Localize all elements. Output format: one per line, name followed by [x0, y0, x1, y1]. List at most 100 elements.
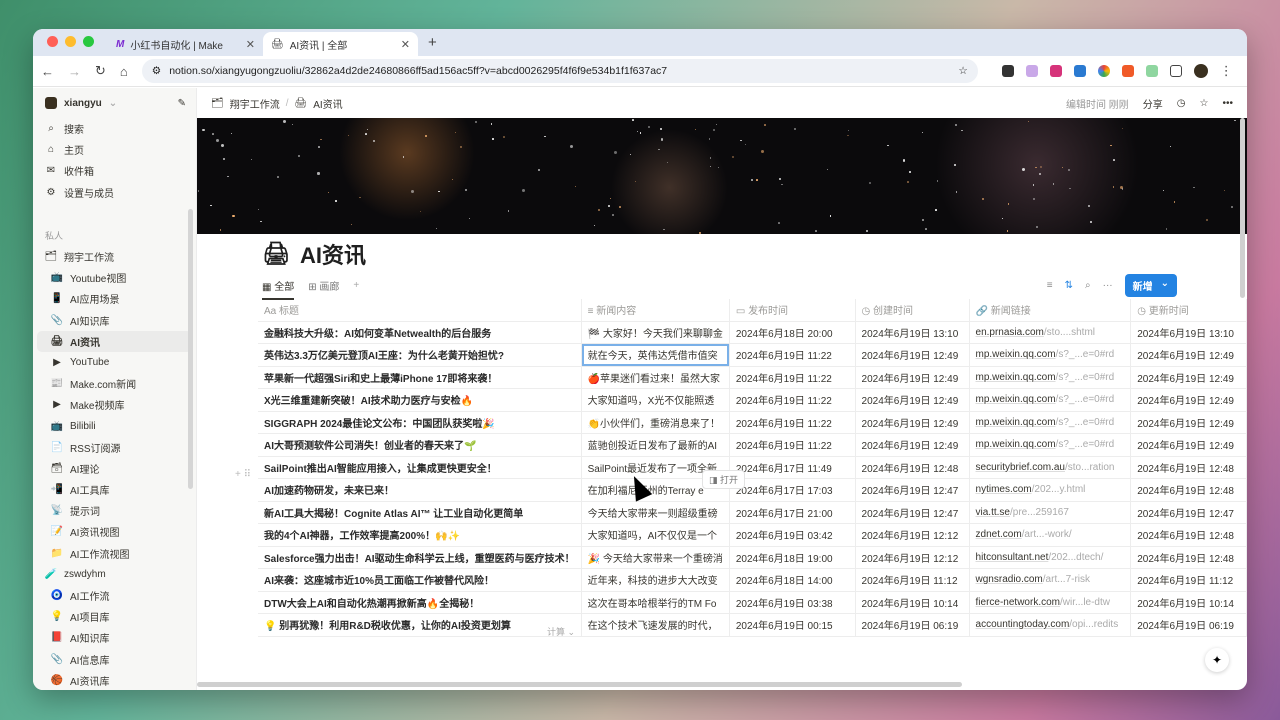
filter-icon[interactable]: ≡ [1047, 280, 1053, 291]
page-title-text[interactable]: AI资讯 [300, 238, 366, 270]
sidebar-item[interactable]: 🖨AI资讯 [37, 331, 192, 352]
more-icon[interactable]: ••• [1222, 98, 1233, 109]
link-path[interactable]: /202...dtech/ [1048, 552, 1103, 563]
published-cell[interactable]: 2024年6月19日 11:22 [729, 389, 855, 412]
link-domain[interactable]: mp.weixin.qq.com [976, 394, 1056, 405]
table-row[interactable]: 苹果新一代超强Siri和史上最薄iPhone 17即将来袭！ 🍎苹果迷们看过来！… [258, 366, 1247, 389]
reload-icon[interactable]: ↻ [95, 63, 106, 79]
published-cell[interactable]: 2024年6月17日 11:49 [729, 456, 855, 479]
title-cell[interactable]: 我的4个AI神器，工作效率提高200%！🙌✨ [258, 524, 581, 547]
link-path[interactable]: /202...y.html [1032, 484, 1086, 495]
sidebar-item[interactable]: 📱AI应用场景 [33, 288, 196, 309]
title-cell[interactable]: 苹果新一代超强Siri和史上最薄iPhone 17即将来袭！ [258, 366, 581, 389]
content-cell[interactable]: 近年来，科技的进步大大改变 [581, 569, 729, 592]
sidebar-item[interactable]: 📡提示词 [33, 500, 196, 521]
sidebar-item[interactable]: 🧪zswdyhm [33, 564, 196, 585]
sidebar-item[interactable]: 💡AI项目库 [33, 606, 196, 627]
link-path[interactable]: /s?_...e=0#rd [1056, 349, 1115, 360]
column-header-updated[interactable]: ◷ 更新时间 [1131, 299, 1247, 321]
link-domain[interactable]: mp.weixin.qq.com [976, 349, 1056, 360]
column-header-published[interactable]: ▭ 发布时间 [729, 299, 855, 321]
extension-icon[interactable] [1146, 65, 1158, 77]
link-domain[interactable]: via.tt.se [976, 507, 1010, 518]
title-cell[interactable]: 金融科技大升级：AI如何变革Netwealth的后台服务 [258, 321, 581, 344]
content-cell[interactable]: 在这个技术飞速发展的时代， [581, 614, 729, 637]
table-row[interactable]: AI大哥预测软件公司消失！创业者的春天来了🌱 蓝驰创投近日发布了最新的AI 20… [258, 434, 1247, 457]
link-path[interactable]: /s?_...e=0#rd [1056, 439, 1115, 450]
link-domain[interactable]: hitconsultant.net [976, 552, 1049, 563]
table-row[interactable]: Salesforce强力出击！AI驱动生命科学云上线，重塑医药与医疗技术！ 🎉 … [258, 546, 1247, 569]
breadcrumb-item[interactable]: AI资讯 [313, 96, 342, 111]
sidebar-item[interactable]: ▶YouTube [33, 352, 196, 373]
sidebar-item-search[interactable]: ⌕搜索 [33, 118, 196, 139]
title-cell[interactable]: AI加速药物研发，未来已来！ [258, 479, 581, 502]
sidebar-item-inbox[interactable]: ✉收件箱 [33, 160, 196, 181]
content-cell[interactable]: 大家知道吗，X光不仅能照透 [581, 389, 729, 412]
link-cell[interactable]: fierce-network.com/wir...le-dtw [969, 591, 1131, 614]
content-cell[interactable]: 就在今天，英伟达凭借市值突 [581, 344, 729, 367]
link-domain[interactable]: fierce-network.com [976, 597, 1060, 608]
link-cell[interactable]: mp.weixin.qq.com/s?_...e=0#rd [969, 366, 1131, 389]
table-row[interactable]: 英伟达3.3万亿美元登顶AI王座：为什么老黄开始担忧? 就在今天，英伟达凭借市值… [258, 344, 1247, 367]
browser-menu-icon[interactable]: ⋮ [1220, 63, 1233, 79]
link-domain[interactable]: zdnet.com [976, 529, 1022, 540]
title-cell[interactable]: 英伟达3.3万亿美元登顶AI王座：为什么老黄开始担忧? [258, 344, 581, 367]
close-tab-icon[interactable]: ✕ [246, 38, 255, 51]
link-domain[interactable]: mp.weixin.qq.com [976, 439, 1056, 450]
published-cell[interactable]: 2024年6月19日 03:38 [729, 591, 855, 614]
sidebar-item[interactable]: 📁AI工作流视图 [33, 543, 196, 564]
published-cell[interactable]: 2024年6月19日 00:15 [729, 614, 855, 637]
profile-avatar[interactable] [1194, 64, 1208, 78]
drag-handle-icon[interactable]: + ⠿ [235, 469, 251, 480]
published-cell[interactable]: 2024年6月17日 17:03 [729, 479, 855, 502]
link-path[interactable]: /s?_...e=0#rd [1056, 417, 1115, 428]
link-cell[interactable]: mp.weixin.qq.com/s?_...e=0#rd [969, 344, 1131, 367]
link-cell[interactable]: mp.weixin.qq.com/s?_...e=0#rd [969, 389, 1131, 412]
new-page-icon[interactable]: ✎ [178, 98, 186, 109]
table-row[interactable]: 金融科技大升级：AI如何变革Netwealth的后台服务 🏁 大家好！今天我们来… [258, 321, 1247, 344]
column-header-content[interactable]: ≡ 新闻内容 [581, 299, 729, 321]
sidebar-item[interactable]: 🗂翔宇工作流 [33, 246, 196, 267]
content-cell[interactable]: 这次在哥本哈根举行的TM Fo [581, 591, 729, 614]
link-path[interactable]: /sto...ration [1065, 462, 1114, 473]
column-header-created[interactable]: ◷ 创建时间 [855, 299, 969, 321]
title-cell[interactable]: 💡 别再犹豫！利用R&D税收优惠，让你的AI投资更划算 [258, 614, 581, 637]
published-cell[interactable]: 2024年6月19日 11:22 [729, 411, 855, 434]
title-cell[interactable]: X光三维重建新突破！AI技术助力医疗与安检🔥 [258, 389, 581, 412]
extension-icon[interactable] [1122, 65, 1134, 77]
title-cell[interactable]: Salesforce强力出击！AI驱动生命科学云上线，重塑医药与医疗技术！ [258, 546, 581, 569]
sidebar-item[interactable]: 📲AI工具库 [33, 479, 196, 500]
table-row[interactable]: DTW大会上AI和自动化热潮再掀新高🔥全揭秘！ 这次在哥本哈根举行的TM Fo … [258, 591, 1247, 614]
title-cell[interactable]: 新AI工具大揭秘！Cognite Atlas AI™ 让工业自动化更简单 [258, 501, 581, 524]
link-cell[interactable]: wgnsradio.com/art...7-risk [969, 569, 1131, 592]
title-cell[interactable]: DTW大会上AI和自动化热潮再掀新高🔥全揭秘！ [258, 591, 581, 614]
sidebar-item[interactable]: 📎AI知识库 [33, 310, 196, 331]
browser-tab-ai-news[interactable]: 🖨 AI资讯 | 全部 ✕ [263, 32, 418, 56]
table-row[interactable]: AI加速药物研发，未来已来！ 在加利福尼亚州的Terray e 2024年6月1… [258, 479, 1247, 502]
sidebar-item[interactable]: 📄RSS订阅源 [33, 437, 196, 458]
sidebar-item[interactable]: ▶Make视频库 [33, 394, 196, 415]
sidebar-item[interactable]: 📺Youtube视图 [33, 267, 196, 288]
link-path[interactable]: /art...-work/ [1022, 529, 1072, 540]
minimize-window-button[interactable] [65, 36, 76, 47]
sidebar-item[interactable]: 📎AI信息库 [33, 649, 196, 670]
sidebar-item[interactable]: 🧿AI工作流 [33, 585, 196, 606]
published-cell[interactable]: 2024年6月18日 19:00 [729, 546, 855, 569]
content-cell[interactable]: 👏小伙伴们，重磅消息来了！ [581, 411, 729, 434]
link-cell[interactable]: hitconsultant.net/202...dtech/ [969, 546, 1131, 569]
breadcrumb-item[interactable]: 翔宇工作流 [230, 96, 280, 111]
close-window-button[interactable] [47, 36, 58, 47]
table-row[interactable]: SailPoint推出AI智能应用接入，让集成更快更安全！ SailPoint最… [258, 456, 1247, 479]
link-path[interactable]: /pre...259167 [1010, 507, 1069, 518]
link-path[interactable]: /s?_...e=0#rd [1056, 394, 1115, 405]
bookmark-star-icon[interactable]: ☆ [958, 65, 967, 77]
link-path[interactable]: /wir...le-dtw [1060, 597, 1110, 608]
link-cell[interactable]: en.prnasia.com/sto....shtml [969, 321, 1131, 344]
link-domain[interactable]: nytimes.com [976, 484, 1032, 495]
search-icon[interactable]: ⌕ [1085, 280, 1091, 291]
title-cell[interactable]: SailPoint推出AI智能应用接入，让集成更快更安全！ [258, 456, 581, 479]
link-path[interactable]: /opi...redits [1069, 619, 1118, 630]
open-row-button[interactable]: ◨ 打开 [702, 470, 745, 489]
published-cell[interactable]: 2024年6月19日 11:22 [729, 366, 855, 389]
title-cell[interactable]: SIGGRAPH 2024最佳论文公布：中国团队获奖啦🎉 [258, 411, 581, 434]
